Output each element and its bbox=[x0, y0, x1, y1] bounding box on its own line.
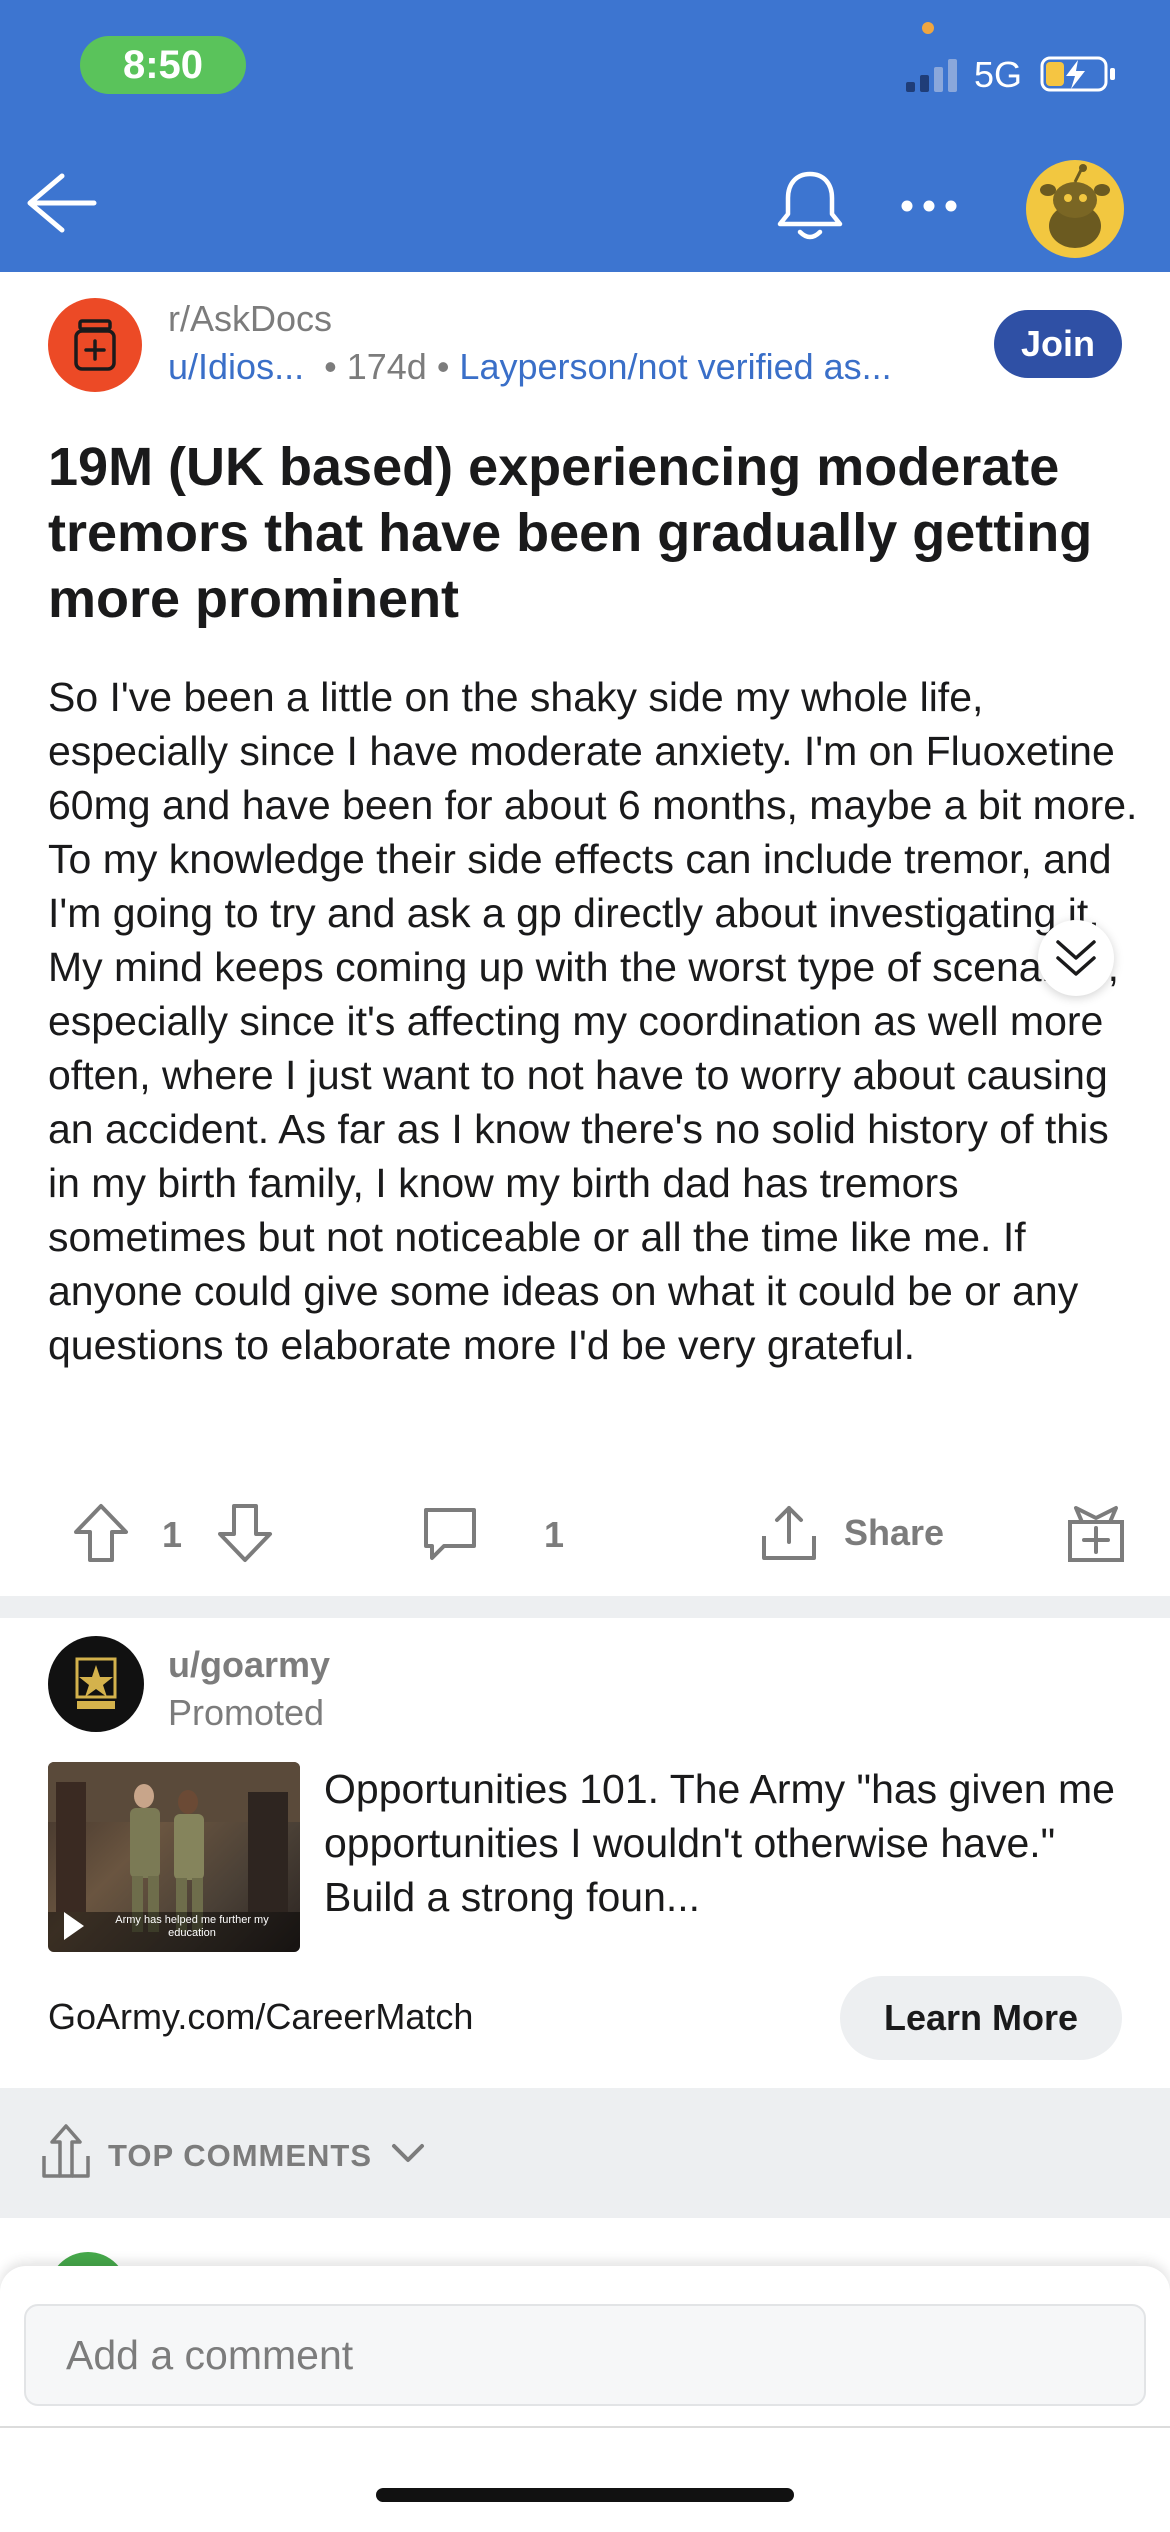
award-button[interactable] bbox=[1066, 1502, 1126, 1564]
more-options-icon[interactable] bbox=[900, 196, 958, 216]
notifications-bell-icon[interactable] bbox=[774, 168, 846, 244]
ad-thumbnail-caption: Army has helped me further my education bbox=[115, 1914, 269, 1939]
comment-count: 1 bbox=[544, 1514, 565, 1555]
post-title: 19M (UK based) experiencing moderate tre… bbox=[48, 437, 1093, 629]
battery-charging-icon bbox=[1040, 56, 1115, 92]
post-age: 174d bbox=[346, 346, 427, 387]
army-logo-icon bbox=[75, 1657, 117, 1709]
learn-more-button[interactable]: Learn More bbox=[840, 1976, 1122, 2060]
section-separator bbox=[0, 1596, 1170, 1618]
double-chevron-down-icon bbox=[1056, 940, 1096, 976]
post-author[interactable]: u/Idios... bbox=[168, 346, 304, 387]
post-action-bar: 1 1 Share bbox=[0, 1490, 1170, 1580]
snoo-avatar-icon bbox=[1040, 164, 1110, 248]
rocket-sort-icon bbox=[42, 2124, 90, 2178]
status-time: 8:50 bbox=[80, 36, 246, 94]
share-button[interactable]: Share bbox=[758, 1502, 944, 1564]
user-avatar[interactable] bbox=[1026, 160, 1124, 258]
upvote-button[interactable] bbox=[72, 1502, 130, 1564]
subreddit-name[interactable]: r/AskDocs bbox=[168, 298, 332, 340]
vote-count: 1 bbox=[162, 1514, 183, 1555]
chevron-down-icon[interactable] bbox=[390, 2140, 426, 2168]
comment-input[interactable]: Add a comment bbox=[24, 2304, 1146, 2406]
advertiser-avatar[interactable] bbox=[48, 1636, 144, 1732]
author-flair: Layperson/not verified as... bbox=[459, 346, 892, 387]
promoted-label: Promoted bbox=[168, 1692, 325, 1733]
back-arrow-icon[interactable] bbox=[22, 168, 98, 238]
downvote-arrow-icon bbox=[218, 1504, 272, 1562]
privacy-indicator-dot bbox=[922, 22, 934, 34]
network-type: 5G bbox=[974, 54, 1023, 95]
composer-divider bbox=[0, 2426, 1170, 2428]
pill-bottle-icon bbox=[74, 319, 116, 371]
cellular-signal-icon bbox=[906, 59, 957, 92]
meta-separator: • bbox=[314, 346, 347, 387]
subreddit-icon[interactable] bbox=[48, 298, 142, 392]
ad-video-thumbnail[interactable]: Army has helped me further my education bbox=[48, 1762, 300, 1952]
upvote-arrow-icon bbox=[74, 1504, 128, 1562]
advertiser-name[interactable]: u/goarmy bbox=[168, 1644, 330, 1686]
ad-headline[interactable]: Opportunities 101. The Army "has given m… bbox=[324, 1762, 1124, 1924]
post-body: So I've been a little on the shaky side … bbox=[48, 674, 1138, 1368]
post-meta: u/Idios... • 174d • Layperson/not verifi… bbox=[168, 346, 892, 388]
share-label: Share bbox=[844, 1512, 945, 1553]
comment-bubble-icon bbox=[424, 1508, 476, 1560]
share-icon bbox=[762, 1506, 816, 1560]
join-button[interactable]: Join bbox=[994, 310, 1122, 378]
downvote-button[interactable] bbox=[216, 1502, 274, 1564]
gift-icon bbox=[1068, 1506, 1124, 1562]
ad-destination-link[interactable]: GoArmy.com/CareerMatch bbox=[48, 1996, 473, 2038]
comments-button[interactable] bbox=[420, 1504, 480, 1564]
expand-post-button[interactable] bbox=[1038, 920, 1114, 996]
home-indicator[interactable] bbox=[376, 2488, 794, 2502]
meta-separator: • bbox=[436, 346, 460, 387]
sort-label[interactable]: TOP COMMENTS bbox=[108, 2138, 372, 2174]
